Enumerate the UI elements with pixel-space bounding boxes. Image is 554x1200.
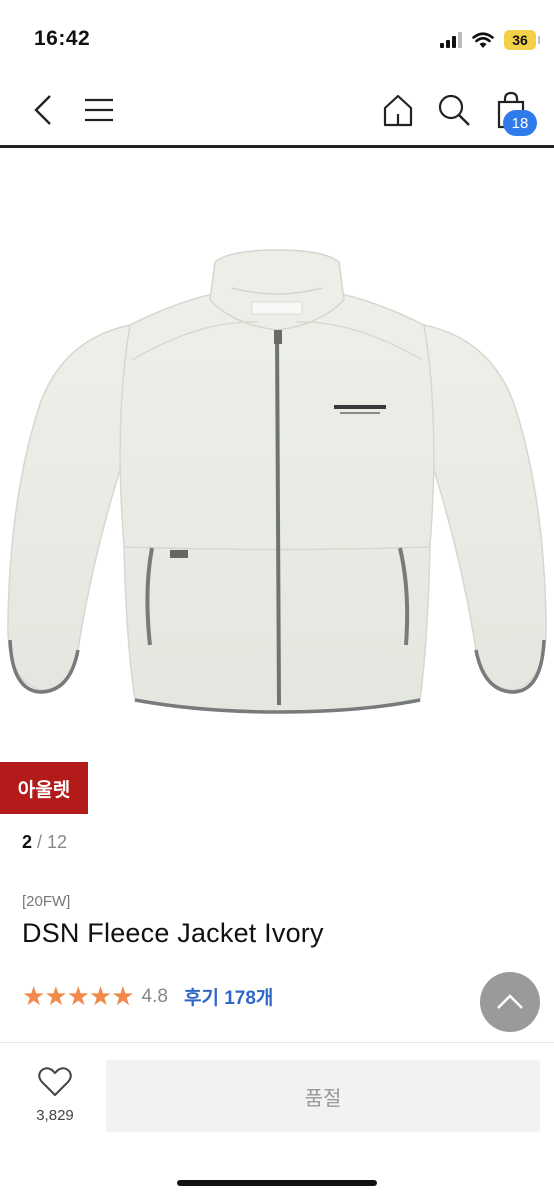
sold-out-button[interactable]: 품절 [106,1060,540,1132]
scroll-top-button[interactable] [480,972,540,1032]
rating-stars: ★★★★★ [22,981,135,1011]
cart-count-badge: 18 [503,110,537,136]
status-time: 16:42 [34,27,91,50]
search-icon [438,94,470,126]
pager-current: 2 [22,832,33,852]
pager-total: 12 [47,832,68,852]
heart-icon [38,1067,72,1096]
bottom-bar-divider [0,1042,554,1043]
back-icon [34,95,51,125]
product-title: DSN Fleece Jacket Ivory [22,918,324,948]
menu-button[interactable] [82,96,116,124]
rating-score: 4.8 [141,985,168,1007]
chevron-up-icon [497,994,523,1009]
home-button[interactable] [380,92,416,128]
signal-icon [440,32,462,48]
wifi-icon [472,31,494,48]
reviews-link[interactable]: 후기 178개 [184,983,273,1010]
image-pager: 2 / 12 [22,832,67,853]
back-button[interactable] [28,92,58,128]
pager-separator: / [32,832,48,852]
rating-row: ★★★★★ 4.8 후기 178개 [22,981,273,1012]
status-icons: 36 [440,30,540,50]
like-count: 3,829 [36,1107,74,1124]
home-indicator [177,1180,377,1186]
like-button[interactable]: 3,829 [22,1066,88,1124]
fleece-jacket-image [7,249,547,714]
home-icon [383,94,413,127]
battery-indicator: 36 [504,30,540,50]
status-bar: 16:42 36 [0,0,554,80]
search-button[interactable] [436,92,472,128]
menu-icon [85,98,113,122]
product-image[interactable] [0,150,554,760]
product-season: [20FW] [22,893,71,910]
outlet-badge: 아울렛 [0,762,88,814]
